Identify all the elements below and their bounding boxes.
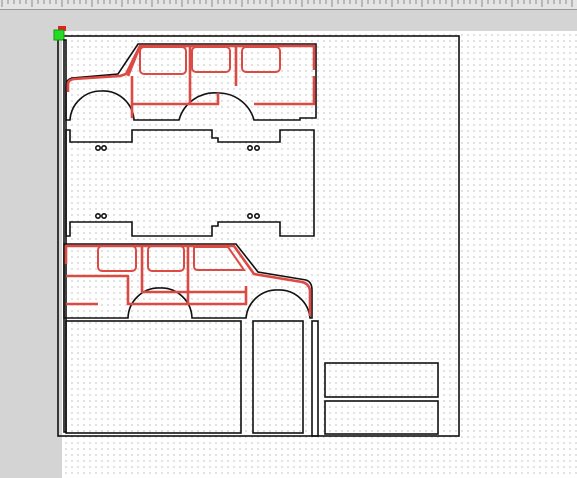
small-panel-top[interactable] [324,362,439,398]
design-layer [1,0,573,437]
bottom-panel-narrow[interactable] [252,320,304,434]
car-side-panel-top[interactable] [65,43,317,121]
bottom-panel-strip[interactable] [311,320,319,437]
origin-handle-icon[interactable] [53,29,65,41]
ruler-ticks [1,0,573,7]
material-boundary[interactable] [57,35,460,437]
bottom-panel-large[interactable] [65,320,242,434]
small-panel-bottom[interactable] [324,400,439,435]
car-base-panel[interactable] [65,129,315,237]
car-side-panel-bottom[interactable] [63,243,313,319]
